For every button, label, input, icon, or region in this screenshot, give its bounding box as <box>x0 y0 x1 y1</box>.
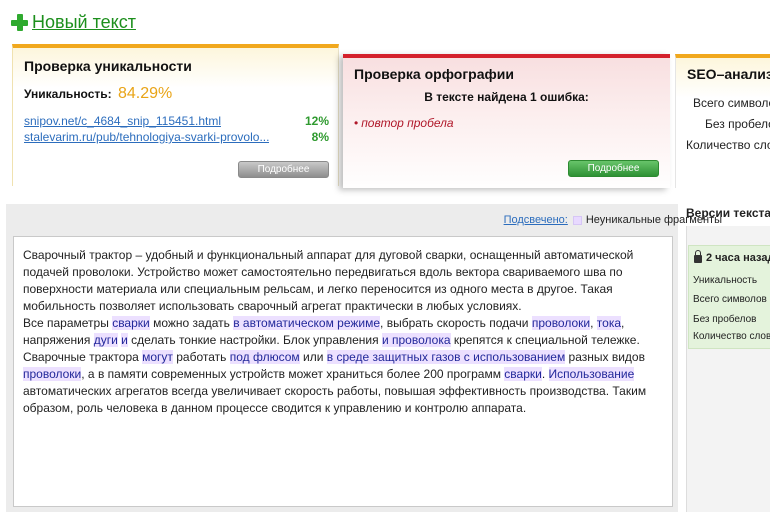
version-row: Всего символов <box>693 294 767 305</box>
version-item[interactable]: 2 часа назад Уникальность Всего символов… <box>688 245 770 349</box>
spelling-title: Проверка орфографии <box>354 66 514 82</box>
seo-row: Без пробелов <box>705 117 770 131</box>
bullet-icon: • <box>354 116 359 130</box>
page: Новый текст Проверка уникальности Уникал… <box>0 0 770 512</box>
highlight-toggle-link[interactable]: Подсвечено: <box>504 214 568 226</box>
spelling-card: Проверка орфографии В тексте найдена 1 о… <box>343 54 670 188</box>
nonunique-fragment: проволоки <box>23 367 82 381</box>
version-row: Количество слов <box>693 331 770 342</box>
source-percent: 8% <box>311 130 329 144</box>
source-link[interactable]: snipov.net/c_4684_snip_115451.html <box>24 114 221 128</box>
text-fragment: , <box>590 316 597 330</box>
uniqueness-line: Уникальность: 84.29% <box>24 85 172 103</box>
seo-title: SEO–анализ <box>687 66 770 82</box>
text-fragment: или <box>299 350 327 364</box>
seo-card: SEO–анализ Всего символов Без пробелов К… <box>675 54 770 188</box>
text-fragment: Сварочный трактор – удобный и функционал… <box>23 248 634 313</box>
uniqueness-title: Проверка уникальности <box>24 58 192 74</box>
plus-icon <box>10 13 29 32</box>
version-row: Без пробелов <box>693 314 757 325</box>
spelling-error-item: • повтор пробела <box>354 116 454 130</box>
uniqueness-value: 84.29% <box>118 85 173 102</box>
nonunique-fragment: под флюсом <box>229 350 300 364</box>
text-fragment: Все параметры <box>23 316 113 330</box>
uniqueness-card: Проверка уникальности Уникальность: 84.2… <box>12 44 339 186</box>
version-time: 2 часа назад <box>706 252 770 264</box>
new-text-label[interactable]: Новый текст <box>32 12 136 33</box>
lock-icon <box>694 250 702 263</box>
text-fragment: автоматических агрегатов всегда увеличив… <box>23 384 647 415</box>
uniqueness-details-button[interactable]: Подробнее <box>238 161 329 178</box>
source-row: stalevarim.ru/pub/tehnologiya-svarki-pro… <box>24 130 329 144</box>
seo-row: Всего символов <box>693 96 770 110</box>
text-fragment: . <box>541 367 549 381</box>
highlight-swatch <box>572 215 582 225</box>
new-text-link[interactable]: Новый текст <box>10 12 136 33</box>
nonunique-fragment: сварки <box>504 367 542 381</box>
text-fragment: разных видов <box>565 350 645 364</box>
spelling-found: В тексте найдена 1 ошибка: <box>424 90 589 104</box>
checked-text[interactable]: Сварочный трактор – удобный и функционал… <box>13 236 673 507</box>
text-fragment: сделать тонкие настройки. Блок управлени… <box>127 333 382 347</box>
text-fragment: , а в памяти современных устройств может… <box>81 367 505 381</box>
version-row: Уникальность <box>693 275 758 286</box>
nonunique-fragment: тока <box>596 316 622 330</box>
source-link[interactable]: stalevarim.ru/pub/tehnologiya-svarki-pro… <box>24 130 269 144</box>
nonunique-fragment: дуги <box>93 333 118 347</box>
nonunique-fragment: могут <box>142 350 173 364</box>
text-fragment: , выбрать скорость подачи <box>380 316 532 330</box>
text-fragment: крепятся к специальной тележке. <box>450 333 640 347</box>
nonunique-fragment: и <box>121 333 128 347</box>
text-fragment: работать <box>172 350 230 364</box>
nonunique-fragment: в автоматическом режиме <box>233 316 381 330</box>
nonunique-fragment: сварки <box>112 316 150 330</box>
nonunique-fragment: в среде защитных газов с использованием <box>326 350 566 364</box>
versions-title: Версии текста <box>686 206 770 220</box>
text-fragment: можно задать <box>149 316 234 330</box>
nonunique-fragment: Использование <box>548 367 635 381</box>
spelling-details-button[interactable]: Подробнее <box>568 160 659 177</box>
source-row: snipov.net/c_4684_snip_115451.html 12% <box>24 114 329 128</box>
nonunique-fragment: проволоки <box>531 316 591 330</box>
spelling-error-text: повтор пробела <box>361 116 454 130</box>
nonunique-fragment: и проволока <box>381 333 451 347</box>
source-percent: 12% <box>304 114 329 128</box>
seo-row: Количество слов <box>686 138 770 152</box>
uniqueness-label: Уникальность: <box>24 87 112 101</box>
text-fragment: Сварочные трактора <box>23 350 143 364</box>
